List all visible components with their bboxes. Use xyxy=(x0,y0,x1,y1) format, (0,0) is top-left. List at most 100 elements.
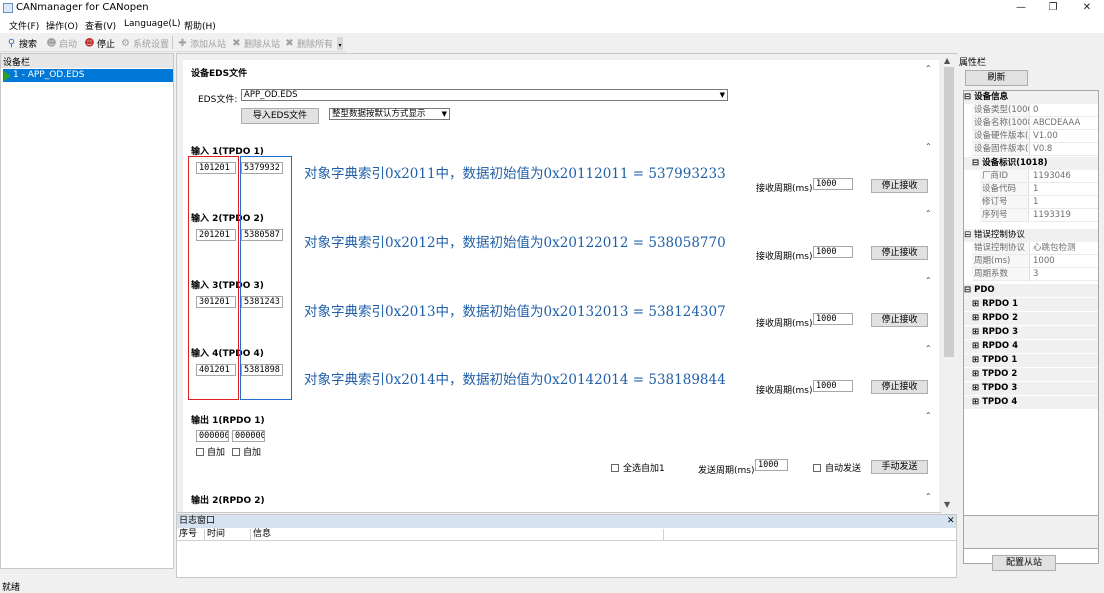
property-row[interactable]: 设备名称(1008 ABCDEAAA xyxy=(964,117,1098,130)
checkbox[interactable] xyxy=(813,463,821,472)
start-icon: ☻ xyxy=(46,37,57,49)
main-panel: 设备EDS文件 ⌃ EDS文件: APP_OD.EDS ▼ 导入EDS文件 整型… xyxy=(176,53,957,513)
property-row[interactable]: 周期(ms) 1000 xyxy=(964,255,1098,268)
pdo-item-tpdo1[interactable]: ⊞ TPDO 1 xyxy=(964,354,1098,367)
import-eds-button[interactable]: 导入EDS文件 xyxy=(241,108,319,124)
input-2-period-label: 接收周期(ms) xyxy=(756,252,813,262)
pdo-item-rpdo2[interactable]: ⊞ RPDO 2 xyxy=(964,312,1098,325)
pdo-item-tpdo2[interactable]: ⊞ TPDO 2 xyxy=(964,368,1098,381)
start-button[interactable]: ☻ 启动 xyxy=(46,36,77,50)
input-4-period-field[interactable]: 1000 xyxy=(813,380,853,392)
menu-bar: 文件(F) 操作(O) 查看(V) Language(L) 帮助(H) xyxy=(0,17,1104,33)
collapse-up-icon[interactable]: ⌃ xyxy=(925,492,932,501)
eds-file-select[interactable]: APP_OD.EDS ▼ xyxy=(241,89,728,101)
property-row[interactable]: 错误控制协议 心跳包检测 xyxy=(964,242,1098,255)
pdo-item-rpdo3[interactable]: ⊞ RPDO 3 xyxy=(964,326,1098,339)
collapsed-icon: ⊞ xyxy=(972,397,980,407)
log-column-time[interactable]: 时间 xyxy=(205,529,251,541)
stop-icon: ☻ xyxy=(84,37,95,49)
menu-file[interactable]: 文件(F) xyxy=(9,19,39,32)
property-row[interactable]: 设备硬件版本(1 V1.00 xyxy=(964,130,1098,143)
scroll-up-icon[interactable]: ▲ xyxy=(944,56,950,65)
property-row[interactable]: 设备固件版本(1 V0.8 xyxy=(964,143,1098,156)
close-button[interactable]: ✕ xyxy=(1070,0,1104,17)
pdo-item-rpdo4[interactable]: ⊞ RPDO 4 xyxy=(964,340,1098,353)
property-row[interactable]: 设备类型(1000 0 xyxy=(964,104,1098,117)
collapsed-icon: ⊞ xyxy=(972,355,980,365)
value-highlight-box xyxy=(240,156,292,400)
collapse-up-icon[interactable]: ⌃ xyxy=(925,64,932,73)
collapse-up-icon[interactable]: ⌃ xyxy=(925,142,932,151)
collapsed-icon: ⊞ xyxy=(972,299,980,309)
add-slave-button[interactable]: ✚ 添加从站 xyxy=(177,36,226,50)
collapsed-icon: ⊞ xyxy=(972,327,980,337)
output-1-auto-inc-2[interactable]: 自加 xyxy=(232,445,261,458)
search-button[interactable]: ⚲ 搜索 xyxy=(6,36,37,50)
pdo-item-rpdo1[interactable]: ⊞ RPDO 1 xyxy=(964,298,1098,311)
input-3-stop-receive-button[interactable]: 停止接收 xyxy=(871,313,928,327)
settings-button[interactable]: ⚙ 系统设置 xyxy=(120,36,169,50)
expanded-icon: ⊟ xyxy=(972,158,980,168)
category-identity[interactable]: ⊟ 设备标识(1018) xyxy=(964,157,1098,170)
category-pdo[interactable]: ⊟ PDO xyxy=(964,284,1098,297)
collapse-up-icon[interactable]: ⌃ xyxy=(925,344,932,353)
auto-send-checkbox[interactable]: 自动发送 xyxy=(813,461,861,474)
manual-send-button[interactable]: 手动发送 xyxy=(871,460,928,474)
close-icon[interactable]: ✕ xyxy=(947,515,955,527)
settings-icon: ⚙ xyxy=(121,37,130,49)
toolbar-overflow[interactable]: ▾ xyxy=(337,37,343,50)
input-1-period-field[interactable]: 1000 xyxy=(813,178,853,190)
property-row[interactable]: 厂商ID 1193046 xyxy=(964,170,1098,183)
collapse-up-icon[interactable]: ⌃ xyxy=(925,276,932,285)
menu-help[interactable]: 帮助(H) xyxy=(184,19,216,32)
menu-view[interactable]: 查看(V) xyxy=(85,19,116,32)
checkbox[interactable] xyxy=(232,447,240,456)
input-1-stop-receive-button[interactable]: 停止接收 xyxy=(871,179,928,193)
log-window: 日志窗口 ✕ 序号 时间 信息 xyxy=(176,514,957,578)
stop-button[interactable]: ☻ 停止 xyxy=(84,36,115,50)
select-all-auto-inc[interactable]: 全选自加1 xyxy=(611,461,665,474)
minimize-button[interactable]: — xyxy=(1004,0,1038,17)
scroll-down-icon[interactable]: ▼ xyxy=(944,500,950,509)
collapsed-icon: ⊞ xyxy=(972,369,980,379)
config-slave-button[interactable]: 配置从站 xyxy=(992,555,1056,571)
send-period-field[interactable]: 1000 xyxy=(755,459,788,471)
property-row[interactable]: 序列号 1193319 xyxy=(964,209,1098,222)
menu-operation[interactable]: 操作(O) xyxy=(46,19,78,32)
scrollbar-thumb[interactable] xyxy=(944,67,954,357)
pdo-content: 设备EDS文件 ⌃ EDS文件: APP_OD.EDS ▼ 导入EDS文件 整型… xyxy=(183,60,939,512)
vertical-scrollbar[interactable]: ▲ ▼ xyxy=(941,55,957,513)
delete-all-button[interactable]: ✖ 删除所有 xyxy=(284,36,333,50)
pdo-item-tpdo4[interactable]: ⊞ TPDO 4 xyxy=(964,396,1098,409)
input-3-period-field[interactable]: 1000 xyxy=(813,313,853,325)
property-grid: ⊟ 设备信息 设备类型(1000 0 设备名称(1008 ABCDEAAA 设备… xyxy=(963,90,1099,564)
delete-slave-button[interactable]: ✖ 删除从站 xyxy=(231,36,280,50)
refresh-button[interactable]: 刷新 xyxy=(965,70,1028,86)
category-device-info[interactable]: ⊟ 设备信息 xyxy=(964,91,1098,104)
input-2-stop-receive-button[interactable]: 停止接收 xyxy=(871,246,928,260)
pdo-item-tpdo3[interactable]: ⊞ TPDO 3 xyxy=(964,382,1098,395)
output-1-field-1[interactable]: 000000 xyxy=(196,430,229,442)
device-tree-item[interactable]: 1 - APP_OD.EDS xyxy=(3,69,173,82)
log-column-info[interactable]: 信息 xyxy=(251,529,664,541)
log-column-index[interactable]: 序号 xyxy=(177,529,205,541)
property-row[interactable]: 修订号 1 xyxy=(964,196,1098,209)
search-icon: ⚲ xyxy=(7,37,16,49)
category-error-control[interactable]: ⊟ 错误控制协议 xyxy=(964,229,1098,242)
collapse-up-icon[interactable]: ⌃ xyxy=(925,209,932,218)
log-window-header: 日志窗口 ✕ xyxy=(177,515,956,528)
checkbox[interactable] xyxy=(196,447,204,456)
collapse-up-icon[interactable]: ⌃ xyxy=(925,411,932,420)
maximize-button[interactable]: ❐ xyxy=(1036,0,1070,17)
property-row[interactable]: 设备代码 1 xyxy=(964,183,1098,196)
properties-header: 属性栏 xyxy=(959,58,987,68)
input-4-stop-receive-button[interactable]: 停止接收 xyxy=(871,380,928,394)
display-mode-select[interactable]: 整型数据按默认方式显示 ▼ xyxy=(329,108,450,120)
checkbox[interactable] xyxy=(611,463,619,472)
input-2-period-field[interactable]: 1000 xyxy=(813,246,853,258)
property-row[interactable]: 周期系数 3 xyxy=(964,268,1098,281)
output-1-auto-inc-1[interactable]: 自加 xyxy=(196,445,225,458)
output-1-field-2[interactable]: 000000 xyxy=(232,430,265,442)
chevron-down-icon: ▼ xyxy=(441,110,447,118)
menu-language[interactable]: Language(L) xyxy=(124,19,180,29)
